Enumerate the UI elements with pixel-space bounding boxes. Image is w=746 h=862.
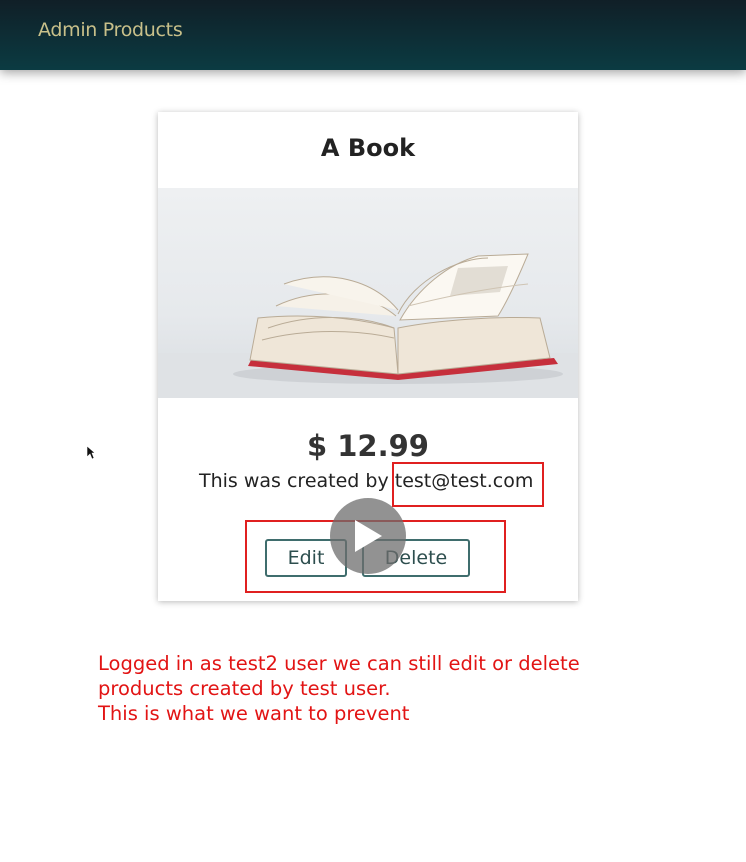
play-button[interactable] [330, 498, 406, 574]
product-image [158, 188, 578, 398]
annotation-line: Logged in as test2 user we can still edi… [98, 652, 580, 675]
annotation-note: Logged in as test2 user we can still edi… [98, 651, 718, 726]
play-icon [355, 520, 382, 552]
created-by-label: This was created by [199, 470, 395, 492]
annotation-line: products created by test user. [98, 677, 391, 700]
cursor-icon [86, 445, 96, 465]
annotation-line: This is what we want to prevent [98, 702, 410, 725]
nav-admin-products-link[interactable]: Admin Products [38, 19, 183, 41]
created-by-text: This was created by test@test.com [199, 470, 533, 492]
open-book-image [158, 253, 578, 398]
product-title: A Book [320, 134, 416, 162]
creator-email: test@test.com [394, 470, 534, 492]
top-navbar: Admin Products [0, 0, 746, 70]
product-price: $ 12.99 [306, 429, 429, 463]
